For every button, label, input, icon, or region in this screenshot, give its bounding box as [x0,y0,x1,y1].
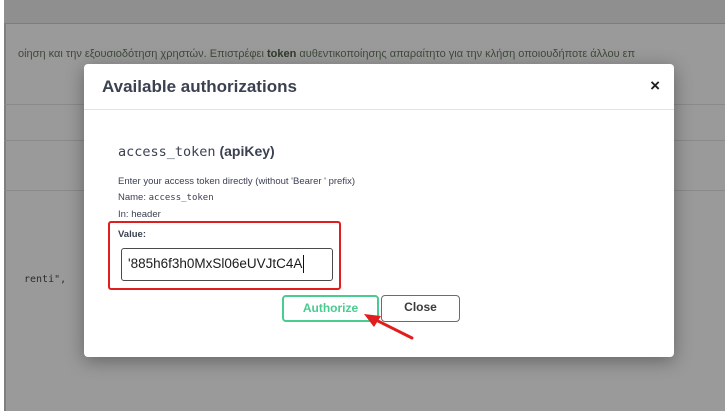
token-value-input[interactable]: '885h6f3h0MxSl06eUVJtC4A [121,248,333,281]
authorizations-dialog: Available authorizations × access_token … [84,64,674,357]
code-sample: renti", [24,274,67,285]
token-value-text: '885h6f3h0MxSl06eUVJtC4A [128,256,303,271]
dialog-title: Available authorizations [102,77,297,96]
name-label: Name: [118,192,146,203]
in-label: In: [118,209,129,220]
name-value: access_token [148,193,214,203]
scheme-description: Enter your access token directly (withou… [118,176,355,187]
operation-description: οίηση και την εξουσιοδότηση χρηστών. Επι… [18,48,636,60]
scheme-name-row: Name: access_token [118,192,214,203]
in-value: header [131,209,161,220]
scheme-location-row: In: header [118,209,161,220]
text-caret [303,255,305,274]
window-edge [4,0,6,411]
scheme-type: (apiKey) [219,143,275,159]
close-icon[interactable]: × [650,76,660,96]
auth-scheme-heading: access_token (apiKey) [118,143,275,160]
authorize-button[interactable]: Authorize [282,295,379,322]
scheme-name: access_token [118,144,216,160]
close-button[interactable]: Close [381,295,460,322]
value-label: Value: [118,229,146,240]
dialog-header: Available authorizations × [84,64,674,110]
page-topbar [4,0,725,24]
